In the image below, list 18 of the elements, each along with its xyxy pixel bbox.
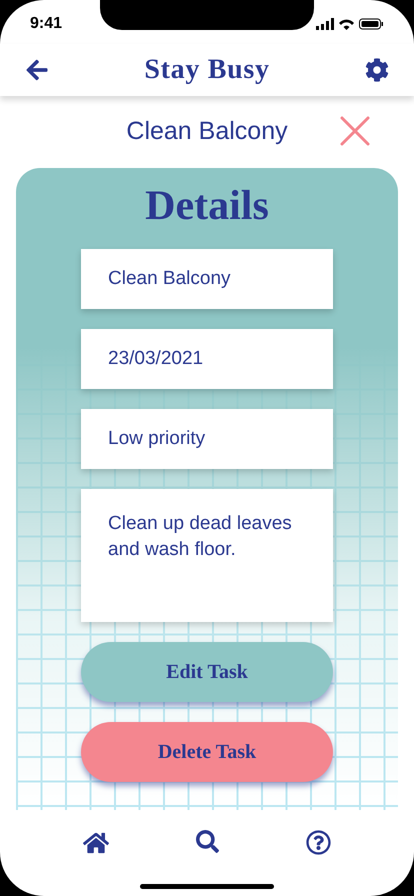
home-button[interactable] <box>83 830 110 856</box>
details-heading: Details <box>145 182 269 231</box>
delete-button[interactable]: Delete Task <box>81 722 333 782</box>
edit-button[interactable]: Edit Task <box>81 642 333 702</box>
battery-icon <box>359 18 384 30</box>
app-title: Stay Busy <box>144 53 270 87</box>
text-field[interactable]: Clean Balcony <box>81 249 333 309</box>
description-field[interactable]: Clean up dead leaves and wash floor. <box>81 489 333 622</box>
text-field[interactable]: 23/03/2021 <box>81 329 333 389</box>
task-title: Clean Balcony <box>126 116 288 148</box>
settings-button[interactable] <box>365 58 389 82</box>
status-time: 9:41 <box>30 14 62 34</box>
search-button[interactable] <box>196 830 219 853</box>
wifi-icon <box>339 18 354 30</box>
back-button[interactable] <box>25 58 49 82</box>
text-field[interactable]: Low priority <box>81 409 333 469</box>
signal-icon <box>316 18 334 30</box>
help-button[interactable] <box>306 830 331 855</box>
